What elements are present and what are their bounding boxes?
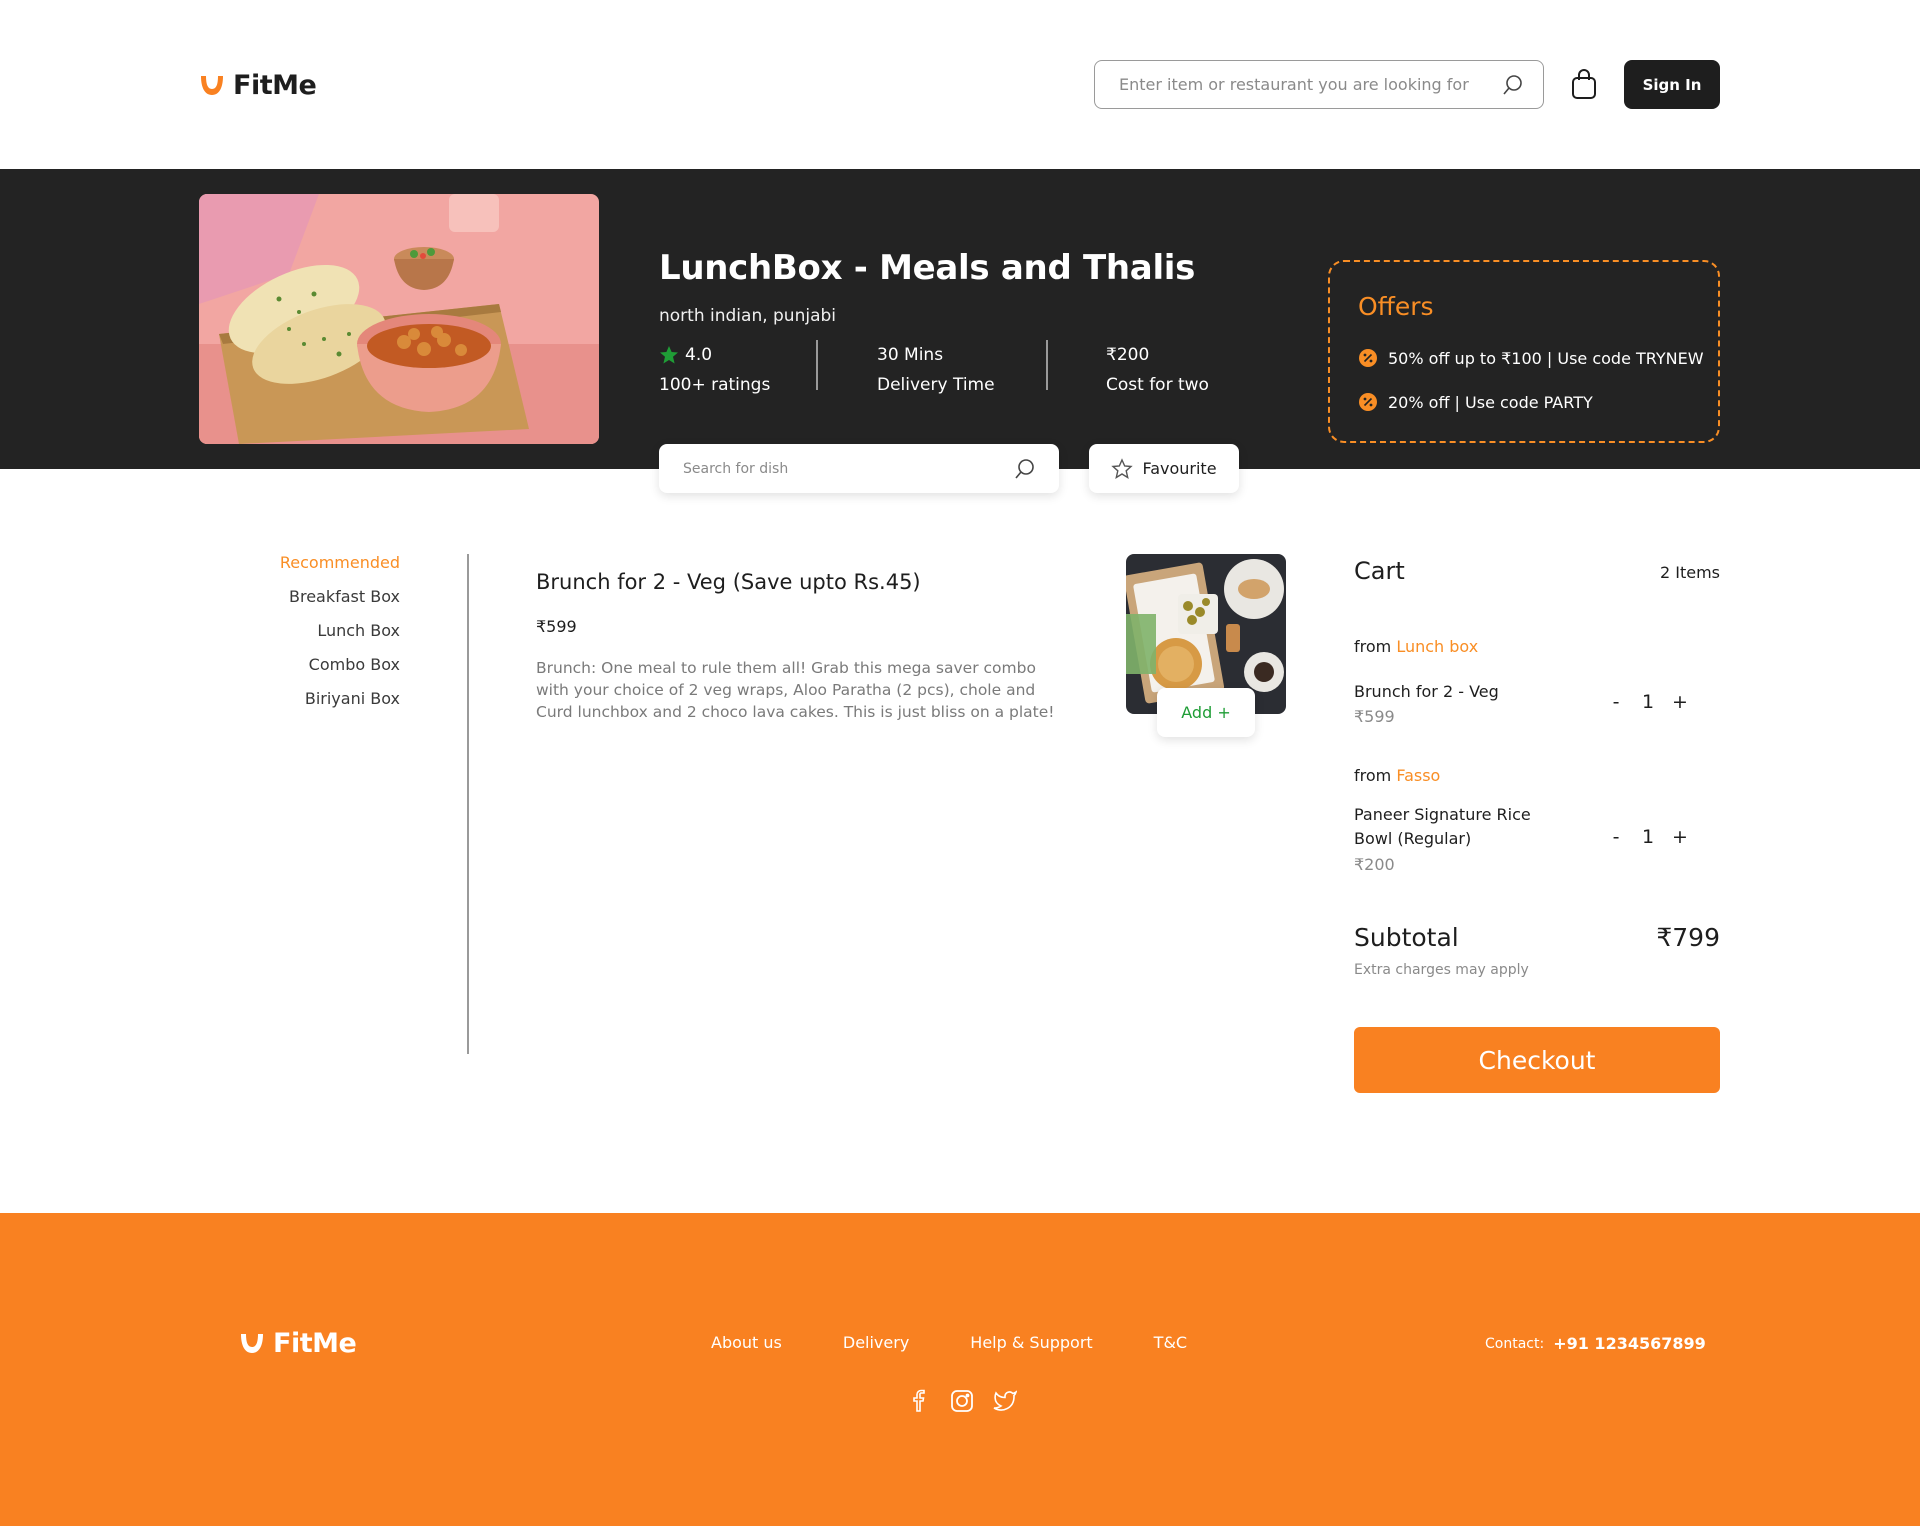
stat-divider <box>1046 340 1048 390</box>
delivery-time-value: 30 Mins <box>877 345 944 365</box>
favourite-button[interactable]: Favourite <box>1089 444 1239 493</box>
quantity-stepper: - 1 + <box>1608 826 1688 848</box>
discount-badge-icon <box>1359 349 1377 367</box>
cart-source: from Lunch box <box>1354 637 1478 656</box>
cart-item-name: Brunch for 2 - Veg <box>1354 682 1499 701</box>
checkout-button[interactable]: Checkout <box>1354 1027 1720 1093</box>
cost-label: Cost for two <box>1106 375 1209 395</box>
offers-title: Offers <box>1358 292 1434 321</box>
stat-divider <box>816 340 818 390</box>
brand-name: FitMe <box>233 70 317 101</box>
footer-logo[interactable]: FitMe <box>239 1328 357 1359</box>
fitme-logo-icon <box>201 75 223 95</box>
subtotal-label: Subtotal <box>1354 923 1459 952</box>
fitme-logo-icon <box>241 1333 263 1353</box>
cart-item-name: Paneer Signature Rice Bowl (Regular) <box>1354 805 1531 848</box>
facebook-icon[interactable] <box>907 1389 931 1413</box>
footer-link-about[interactable]: About us <box>711 1333 782 1352</box>
from-label: from <box>1354 637 1392 656</box>
cart-title: Cart <box>1354 557 1405 585</box>
quantity-value: 1 <box>1641 691 1655 713</box>
delivery-stat: 30 Mins Delivery Time <box>877 340 995 400</box>
offers-box: Offers 50% off up to ₹100 | Use code TRY… <box>1328 260 1720 443</box>
contact-number[interactable]: +91 1234567899 <box>1553 1334 1706 1353</box>
cart-source: from Fasso <box>1354 766 1440 785</box>
category-biriyani-box[interactable]: Biriyani Box <box>230 689 400 723</box>
offer-text: 20% off | Use code PARTY <box>1388 392 1593 412</box>
decrease-button[interactable]: - <box>1608 826 1624 848</box>
category-combo-box[interactable]: Combo Box <box>230 655 400 689</box>
dish-search-input[interactable]: Search for dish <box>659 444 1059 493</box>
cart-source-name[interactable]: Fasso <box>1396 766 1440 785</box>
menu-item-title: Brunch for 2 - Veg (Save upto Rs.45) <box>536 570 921 594</box>
cost-value: ₹200 <box>1106 345 1150 365</box>
footer-link-help[interactable]: Help & Support <box>970 1333 1092 1352</box>
from-label: from <box>1354 766 1392 785</box>
search-icon[interactable] <box>1501 73 1525 97</box>
footer-link-terms[interactable]: T&C <box>1154 1333 1187 1352</box>
footer-links: About us Delivery Help & Support T&C <box>711 1333 1187 1352</box>
cart-item-count: 2 Items <box>1659 563 1720 582</box>
ratings-count: 100+ ratings <box>659 375 771 395</box>
menu-item-price: ₹599 <box>536 617 577 636</box>
increase-button[interactable]: + <box>1672 826 1688 848</box>
category-lunch-box[interactable]: Lunch Box <box>230 621 400 655</box>
star-filled-icon <box>660 346 678 364</box>
cart-item-price: ₹200 <box>1354 855 1395 874</box>
menu-item-description: Brunch: One meal to rule them all! Grab … <box>536 659 1055 721</box>
global-search-input[interactable]: Enter item or restaurant you are looking… <box>1094 60 1544 109</box>
contact-label: Contact: <box>1485 1335 1545 1352</box>
search-icon[interactable] <box>1013 457 1037 481</box>
cart-source-name[interactable]: Lunch box <box>1396 637 1478 656</box>
extra-charges-note: Extra charges may apply <box>1354 962 1529 978</box>
sign-in-button[interactable]: Sign In <box>1624 60 1720 109</box>
quantity-value: 1 <box>1641 826 1655 848</box>
top-header: FitMe Enter item or restaurant you are l… <box>0 0 1920 169</box>
restaurant-name: LunchBox - Meals and Thalis <box>659 248 1196 288</box>
footer-link-delivery[interactable]: Delivery <box>843 1333 909 1352</box>
footer-brand-name: FitMe <box>273 1328 357 1359</box>
category-recommended[interactable]: Recommended <box>230 553 400 587</box>
social-links <box>907 1389 1017 1413</box>
decrease-button[interactable]: - <box>1608 691 1624 713</box>
cost-stat: ₹200 Cost for two <box>1106 340 1209 400</box>
quantity-stepper: - 1 + <box>1608 691 1688 713</box>
header-logo[interactable]: FitMe <box>199 70 317 101</box>
star-outline-icon <box>1111 457 1134 479</box>
restaurant-cuisine: north indian, punjabi <box>659 306 837 326</box>
category-list: Recommended Breakfast Box Lunch Box Comb… <box>230 553 400 723</box>
category-divider <box>467 554 469 1054</box>
subtotal-value: ₹799 <box>1656 923 1720 952</box>
restaurant-image <box>199 194 599 444</box>
add-item-button[interactable]: Add + <box>1157 688 1255 737</box>
global-search-placeholder: Enter item or restaurant you are looking… <box>1119 75 1469 94</box>
offer-item: 50% off up to ₹100 | Use code TRYNEW <box>1358 348 1704 368</box>
offer-item: 20% off | Use code PARTY <box>1358 392 1593 412</box>
cart-item-price: ₹599 <box>1354 707 1395 726</box>
twitter-icon[interactable] <box>993 1389 1017 1413</box>
favourite-label: Favourite <box>1142 459 1217 478</box>
delivery-time-label: Delivery Time <box>877 375 995 395</box>
dish-search-placeholder: Search for dish <box>683 460 789 477</box>
increase-button[interactable]: + <box>1672 691 1688 713</box>
footer-contact: Contact: +91 1234567899 <box>1485 1334 1706 1353</box>
instagram-icon[interactable] <box>950 1389 974 1413</box>
rating-stat: 4.0 100+ ratings <box>659 340 770 400</box>
shopping-bag-icon[interactable] <box>1570 68 1598 100</box>
discount-badge-icon <box>1359 393 1377 411</box>
offer-text: 50% off up to ₹100 | Use code TRYNEW <box>1388 348 1704 368</box>
footer: FitMe About us Delivery Help & Support T… <box>0 1213 1920 1526</box>
rating-value: 4.0 <box>685 345 713 365</box>
category-breakfast-box[interactable]: Breakfast Box <box>230 587 400 621</box>
